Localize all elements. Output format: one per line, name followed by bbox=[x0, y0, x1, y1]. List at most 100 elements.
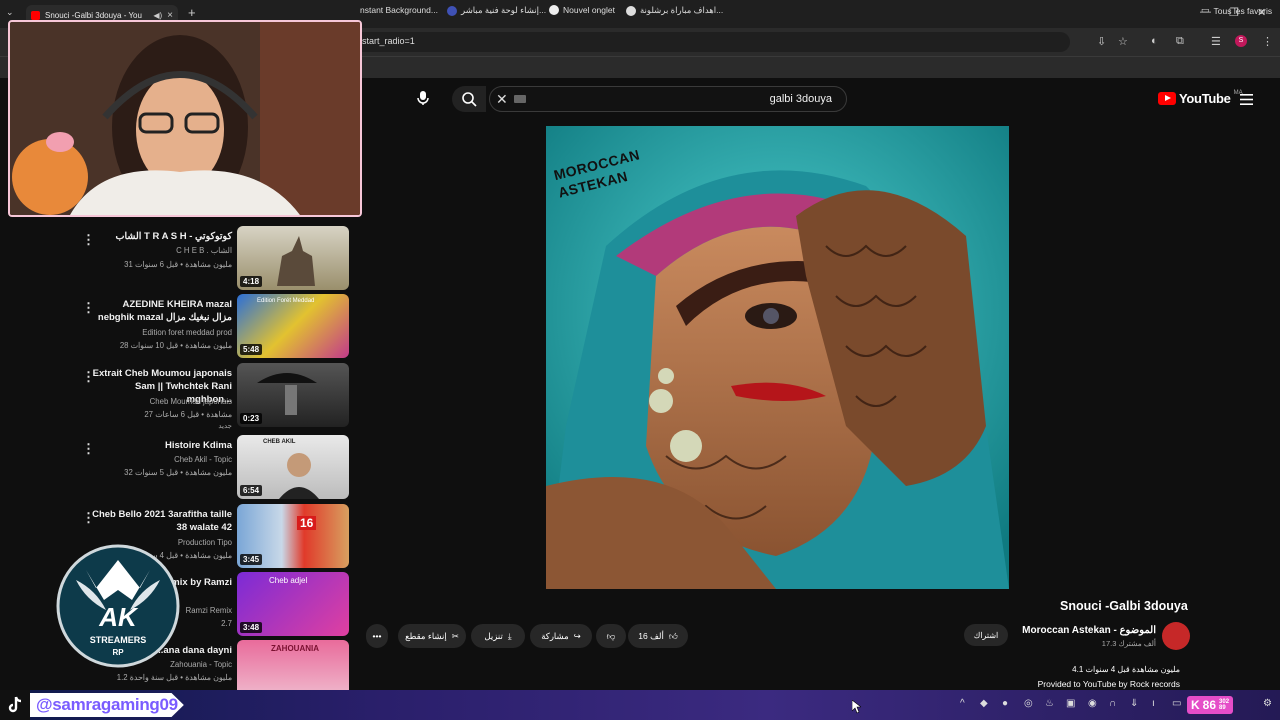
new-tab-button[interactable]: + bbox=[188, 5, 196, 20]
headset-icon[interactable]: ∩ bbox=[1109, 698, 1116, 709]
like-button[interactable]: 16 ألف 👍︎ bbox=[628, 624, 688, 648]
related-thumbnail: Cheb adjel 3:48 bbox=[237, 572, 349, 636]
video-title: Snouci -Galbi 3douya bbox=[1060, 599, 1188, 613]
related-channel: Cheb Moumou japonais bbox=[149, 397, 232, 406]
youtube-logo-text: YouTube bbox=[1179, 91, 1231, 106]
related-thumbnail: CHEB AKIL 6:54 bbox=[237, 435, 349, 499]
dislike-button[interactable]: 👎︎ bbox=[596, 624, 626, 648]
profile-avatar[interactable]: S bbox=[1235, 35, 1247, 47]
thumbs-up-icon: 👍︎ bbox=[668, 630, 678, 641]
subscribe-button[interactable]: اشتراك bbox=[964, 624, 1008, 646]
viewer-count: 86 bbox=[1202, 698, 1217, 712]
address-bar[interactable]: start_radio=1 bbox=[340, 32, 1070, 52]
browser-menu-icon[interactable]: ⋮ bbox=[1262, 35, 1273, 48]
related-item[interactable]: ⋮ Extrait Cheb Moumou japonais Sam || Tw… bbox=[0, 363, 360, 430]
bookmark-star-icon[interactable]: ☆ bbox=[1118, 35, 1128, 48]
tray-app-icon[interactable]: ◎ bbox=[1024, 698, 1033, 709]
clip-button[interactable]: إنشاء مقطع ✂ bbox=[398, 624, 466, 648]
thumbnail-caption: Cheb adjel bbox=[269, 576, 308, 585]
audio-playing-icon[interactable]: ◀) bbox=[153, 11, 162, 20]
download-tray-icon[interactable]: ⇓ bbox=[1130, 698, 1138, 709]
globe-icon bbox=[626, 5, 636, 16]
tab-title: Snouci -Galbi 3douya - You bbox=[45, 10, 142, 20]
bookmark-item[interactable]: Nouvel onglet bbox=[549, 5, 615, 15]
more-actions-button[interactable]: ••• bbox=[366, 624, 388, 648]
youtube-favicon-icon bbox=[31, 10, 40, 20]
incognito-icon[interactable]: ◐ bbox=[1151, 35, 1158, 47]
bookmark-item[interactable]: إنشاء لوحة فنية مباشر... bbox=[447, 5, 546, 16]
download-button[interactable]: تنزيل ⤓ bbox=[471, 624, 525, 648]
reading-list-icon[interactable]: ☰ bbox=[1211, 35, 1221, 48]
bookmark-label: nstant Background... bbox=[360, 5, 438, 15]
like-count: 16 ألف bbox=[638, 630, 664, 641]
description-line[interactable]: Provided to YouTube by Rock records bbox=[960, 679, 1180, 689]
related-channel: C H E B . الشاب bbox=[176, 246, 232, 255]
bookmark-label: Nouvel onglet bbox=[563, 5, 615, 15]
all-bookmarks-label: Tous les favoris bbox=[1213, 5, 1273, 16]
search-button[interactable] bbox=[452, 86, 486, 112]
related-meta: 1.2 مليون مشاهدة • قبل سنة واحدة bbox=[116, 673, 232, 682]
share-button[interactable]: مشاركة ↪ bbox=[530, 624, 592, 648]
video-artwork bbox=[546, 126, 1009, 589]
bookmark-label: إنشاء لوحة فنية مباشر... bbox=[461, 5, 547, 15]
channel-row: Moroccan Astekan - الموضوع 17.3 ألف مشتر… bbox=[1022, 622, 1190, 652]
youtube-play-icon bbox=[1158, 92, 1176, 105]
channel-name[interactable]: Moroccan Astekan - الموضوع bbox=[1022, 625, 1156, 636]
bookmark-item[interactable]: اهداف مباراة برشلونة... bbox=[626, 5, 723, 16]
related-thumbnail: 4:18 bbox=[237, 226, 349, 290]
related-item[interactable]: ...mol lhabat Dj ...mix by Ramzi Ramzi R… bbox=[0, 572, 360, 638]
mouse-cursor-icon bbox=[851, 699, 862, 719]
kick-icon: K bbox=[1191, 698, 1200, 712]
related-thumbnail: 0:23 bbox=[237, 363, 349, 427]
logo-text-streamers: STREAMERS bbox=[89, 635, 147, 645]
thumbnail-caption: Edition Forét Meddad bbox=[257, 298, 315, 304]
search-input[interactable]: ✕ galbi 3douya bbox=[489, 86, 847, 112]
related-item[interactable]: ⋮ Histoire Kdima Cheb Akil - Topic 32 مل… bbox=[0, 435, 360, 501]
duration-badge: 0:23 bbox=[240, 413, 263, 424]
steam-icon[interactable]: ♨ bbox=[1045, 698, 1054, 709]
related-item[interactable]: ⋮ الشاب T R A S H - كوتوكوتي C H E B . ا… bbox=[0, 226, 360, 292]
extensions-icon[interactable]: ⧉ bbox=[1176, 35, 1184, 48]
url-text: start_radio=1 bbox=[362, 36, 415, 46]
related-item[interactable]: ⋮ AZEDINE KHEIRA mazal nebghik mazal مزا… bbox=[0, 294, 360, 360]
install-app-icon[interactable]: ⇩ bbox=[1097, 35, 1106, 48]
duration-badge: 4:18 bbox=[240, 276, 263, 287]
close-tab-icon[interactable]: × bbox=[167, 10, 173, 21]
clip-label: إنشاء مقطع bbox=[405, 630, 447, 641]
tray-app-icon[interactable]: ◆ bbox=[980, 698, 988, 709]
bookmark-label: اهداف مباراة برشلونة... bbox=[640, 5, 724, 15]
thumbnail-caption: ZAHOUANIA bbox=[271, 644, 319, 653]
keyboard-icon[interactable] bbox=[514, 95, 526, 103]
viewer-small-bottom: 89 bbox=[1219, 705, 1226, 711]
chrome-tray-icon[interactable]: ◉ bbox=[1088, 698, 1097, 709]
settings-gear-icon[interactable]: ⚙ bbox=[1263, 698, 1272, 709]
tab-search-icon[interactable]: ⌄ bbox=[6, 7, 14, 18]
related-channel: Edition foret meddad prod bbox=[142, 328, 232, 337]
thumbnail-caption: CHEB AKIL bbox=[263, 439, 296, 445]
views-and-date: 4.1 مليون مشاهدة قبل 4 سنوات bbox=[1072, 665, 1180, 674]
voice-search-icon[interactable] bbox=[416, 90, 430, 111]
guide-menu-icon[interactable] bbox=[1240, 92, 1253, 110]
duration-badge: 3:45 bbox=[240, 554, 263, 565]
related-item[interactable]: ⋮ Cheb Bello 2021 3arafitha taille 38 wa… bbox=[0, 504, 360, 570]
share-icon: ↪ bbox=[573, 630, 581, 641]
tiktok-icon bbox=[0, 690, 30, 720]
tray-app-icon[interactable]: ▣ bbox=[1066, 698, 1075, 709]
related-thumbnail: Edition Forét Meddad 5:48 bbox=[237, 294, 349, 358]
chrome-icon bbox=[549, 5, 559, 15]
youtube-logo[interactable]: YouTube MA bbox=[1158, 90, 1243, 106]
bookmark-favicon-icon bbox=[447, 5, 457, 16]
bookmark-item[interactable]: nstant Background... bbox=[360, 5, 438, 15]
all-bookmarks[interactable]: ▭ Tous les favoris bbox=[1201, 5, 1272, 16]
clear-search-icon[interactable]: ✕ bbox=[496, 91, 508, 108]
related-title: الشاب T R A S H - كوتوكوتي bbox=[115, 231, 233, 242]
tray-overflow-icon[interactable]: ^ bbox=[960, 698, 965, 709]
related-thumbnail: 16 3:45 bbox=[237, 504, 349, 568]
display-icon[interactable]: ▭ bbox=[1172, 698, 1181, 709]
thumbnail-caption: 16 bbox=[297, 516, 317, 530]
related-title: Histoire Kdima bbox=[164, 440, 232, 451]
mic-tray-icon[interactable]: ı bbox=[1152, 698, 1155, 709]
channel-avatar[interactable] bbox=[1162, 622, 1190, 650]
tray-app-icon[interactable]: ● bbox=[1002, 698, 1008, 709]
video-player[interactable]: MOROCCAN ASTEKAN bbox=[546, 126, 1009, 589]
